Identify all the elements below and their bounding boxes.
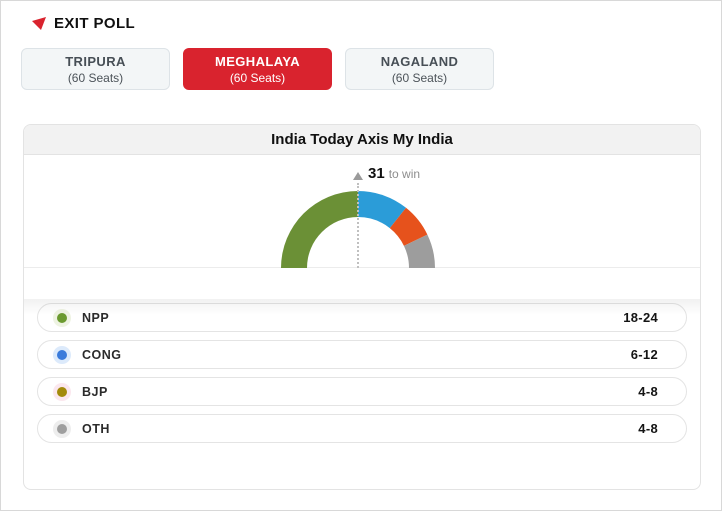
legend-row-bjp: BJP 4-8 <box>37 377 687 406</box>
majority-suffix: to win <box>388 167 421 181</box>
seat-range: 4-8 <box>638 421 658 436</box>
tab-tripura[interactable]: TRIPURA (60 Seats) <box>21 48 170 90</box>
exit-poll-icon-shape <box>32 16 46 30</box>
page-title: EXIT POLL <box>54 14 136 32</box>
tab-seats: (60 Seats) <box>391 70 448 85</box>
tab-label: MEGHALAYA <box>215 53 300 69</box>
tab-label: TRIPURA <box>65 53 126 69</box>
seat-range: 4-8 <box>638 384 658 399</box>
seat-range: 6-12 <box>630 347 658 362</box>
legend-dot <box>57 312 67 323</box>
exit-poll-screen: EXIT POLL TRIPURA (60 Seats) MEGHALAYA (… <box>0 0 722 511</box>
legend-dot-halo <box>53 382 71 401</box>
seat-range: 18-24 <box>623 310 658 325</box>
majority-marker-label: 31 to win <box>368 165 420 183</box>
state-tabs: TRIPURA (60 Seats) MEGHALAYA (60 Seats) … <box>21 48 494 90</box>
legend-dot <box>57 386 67 397</box>
majority-value: 31 <box>368 165 385 182</box>
legend-dot-halo <box>53 345 71 364</box>
tab-meghalaya[interactable]: MEGHALAYA (60 Seats) <box>183 48 332 90</box>
exit-poll-icon <box>32 16 46 30</box>
tab-label: NAGALAND <box>380 53 459 69</box>
legend-dot <box>57 423 67 434</box>
header: EXIT POLL <box>31 13 135 33</box>
legend-row-npp: NPP 18-24 <box>37 303 687 332</box>
party-name: NPP <box>82 310 110 325</box>
tab-seats: (60 Seats) <box>229 70 286 85</box>
tab-seats: (60 Seats) <box>67 70 124 85</box>
gauge-segment-npp <box>281 191 358 268</box>
card-title: India Today Axis My India <box>24 125 700 155</box>
legend-row-cong: CONG 6-12 <box>37 340 687 369</box>
party-name: CONG <box>82 347 122 362</box>
majority-marker-arrow-icon <box>353 172 363 180</box>
legend-row-oth: OTH 4-8 <box>37 414 687 443</box>
poll-result-card: India Today Axis My India 31 to win NPP 1… <box>23 124 701 490</box>
party-name: BJP <box>82 384 108 399</box>
tab-nagaland[interactable]: NAGALAND (60 Seats) <box>345 48 494 90</box>
gauge-area: 31 to win <box>24 155 700 315</box>
majority-marker-line <box>357 183 359 268</box>
legend-dot-halo <box>53 308 71 327</box>
party-name: OTH <box>82 421 110 436</box>
legend: NPP 18-24 CONG 6-12 BJP 4-8 OTH 4-8 <box>37 303 687 443</box>
legend-dot-halo <box>53 419 71 438</box>
legend-dot <box>57 349 67 360</box>
